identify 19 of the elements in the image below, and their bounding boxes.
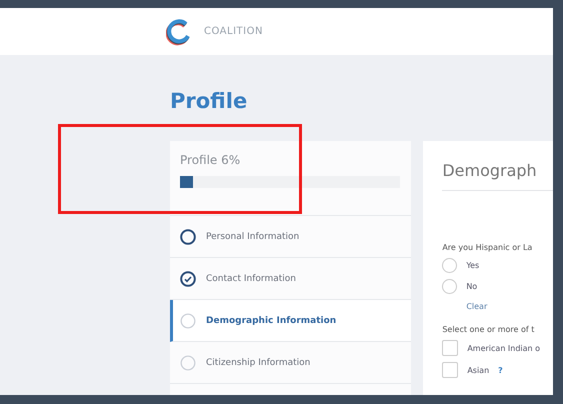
- radio-button[interactable]: [442, 258, 458, 273]
- section-item[interactable]: Citizenship Information: [170, 342, 412, 384]
- section-heading: Demograph: [442, 161, 553, 191]
- page-title: Profile: [170, 89, 248, 113]
- option-label: No: [466, 282, 478, 291]
- radio-button[interactable]: [442, 279, 458, 294]
- checkbox[interactable]: [442, 340, 458, 356]
- brand-name: COALITION: [204, 26, 263, 37]
- option-label: American Indian o: [467, 344, 540, 352]
- question-text: Are you Hispanic or La: [442, 243, 534, 252]
- section-item[interactable]: Personal Information: [170, 216, 412, 258]
- clear-link[interactable]: Clear: [466, 302, 553, 311]
- option-label: Asian: [467, 366, 490, 374]
- option-label: Yes: [466, 261, 480, 270]
- section-item[interactable]: Demographic Information: [170, 300, 412, 342]
- progress-label: Profile 6%: [180, 153, 242, 167]
- help-icon[interactable]: ?: [498, 366, 503, 374]
- checkbox[interactable]: [442, 362, 458, 378]
- question-text: Select one or more of t: [442, 325, 536, 334]
